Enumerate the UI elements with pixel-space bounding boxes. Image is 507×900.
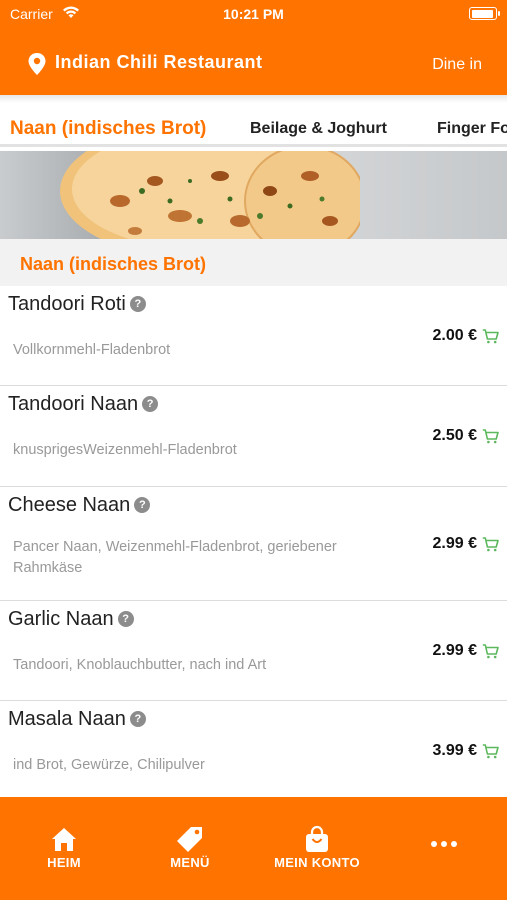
menu-item-name[interactable]: Tandoori Naan? (8, 393, 159, 416)
tab-menu-label: MENÜ (170, 855, 210, 870)
menu-item-name[interactable]: Tandoori Roti? (8, 293, 146, 316)
section-title: Naan (indisches Brot) (20, 254, 207, 274)
tab-heim[interactable]: HEIM (9, 825, 119, 870)
add-to-cart-icon[interactable] (482, 644, 499, 659)
section-header: Naan (indisches Brot) (0, 239, 507, 286)
category-tabs: Naan (indisches Brot) Beilage & Joghurt … (0, 95, 507, 151)
menu-item[interactable]: Masala Naan? ind Brot, Gewürze, Chilipul… (0, 701, 507, 801)
add-to-cart-icon[interactable] (482, 744, 499, 759)
menu-item[interactable]: Tandoori Naan? knusprigesWeizenmehl-Flad… (0, 386, 507, 487)
status-bar: Carrier 10:21 PM (0, 0, 507, 30)
add-to-cart-icon[interactable] (482, 537, 499, 552)
shopping-bag-icon (306, 825, 328, 852)
tab-mein-konto-label: MEIN KONTO (274, 855, 360, 870)
menu-item-price: 2.99 € (432, 535, 477, 552)
help-icon[interactable]: ? (129, 711, 146, 727)
nav-bar: Indian Chili Restaurant Dine in (0, 40, 507, 88)
tab-naan[interactable]: Naan (indisches Brot) (10, 118, 206, 140)
menu-item-list: Tandoori Roti? Vollkornmehl-Fladenbrot 2… (0, 286, 507, 801)
menu-item-description: ind Brot, Gewürze, Chilipulver (13, 757, 205, 773)
menu-item[interactable]: Cheese Naan? Pancer Naan, Weizenmehl-Fla… (0, 487, 507, 601)
tab-menu[interactable]: MENÜ (135, 825, 245, 870)
menu-item-price: 2.50 € (432, 427, 477, 444)
menu-item-price: 2.99 € (432, 642, 477, 659)
dine-mode-button[interactable]: Dine in (432, 56, 482, 74)
add-to-cart-icon[interactable] (482, 429, 499, 444)
bottom-tab-bar: HEIM MENÜ MEIN KONTO (0, 797, 507, 900)
menu-item-description: Tandoori, Knoblauchbutter, nach ind Art (13, 657, 267, 673)
menu-item-name[interactable]: Garlic Naan? (8, 608, 134, 631)
home-icon (52, 828, 76, 851)
menu-item-description: Pancer Naan, Weizenmehl-Fladenbrot, geri… (13, 539, 337, 576)
help-icon[interactable]: ? (129, 296, 146, 312)
app-header: Carrier 10:21 PM Indian Chili Restaurant… (0, 0, 507, 95)
tab-heim-label: HEIM (47, 855, 81, 870)
menu-item[interactable]: Garlic Naan? Tandoori, Knoblauchbutter, … (0, 601, 507, 701)
help-icon[interactable]: ? (134, 497, 151, 513)
restaurant-name[interactable]: Indian Chili Restaurant (55, 52, 263, 73)
tab-mein-konto[interactable]: MEIN KONTO (262, 825, 372, 870)
tag-icon (177, 827, 202, 852)
menu-item-description: knusprigesWeizenmehl-Fladenbrot (13, 442, 237, 458)
more-icon (431, 841, 457, 847)
menu-item[interactable]: Tandoori Roti? Vollkornmehl-Fladenbrot 2… (0, 286, 507, 386)
category-banner-image (0, 151, 507, 239)
naan-photo (60, 151, 360, 239)
location-pin-icon[interactable] (28, 53, 46, 75)
tab-beilage-joghurt[interactable]: Beilage & Joghurt (250, 120, 387, 138)
tabs-shadow (0, 95, 507, 103)
help-icon[interactable]: ? (142, 396, 159, 412)
menu-item-name[interactable]: Cheese Naan? (8, 494, 151, 517)
menu-item-description: Vollkornmehl-Fladenbrot (13, 342, 171, 358)
menu-item-price: 3.99 € (432, 742, 477, 759)
add-to-cart-icon[interactable] (482, 329, 499, 344)
menu-item-name[interactable]: Masala Naan? (8, 708, 146, 731)
menu-item-price: 2.00 € (432, 327, 477, 344)
tabs-divider (0, 144, 507, 147)
clock: 10:21 PM (223, 6, 284, 22)
help-icon[interactable]: ? (117, 611, 134, 627)
tab-finger-food[interactable]: Finger Fo (437, 120, 507, 138)
battery-icon (469, 7, 500, 20)
tab-more[interactable] (389, 839, 499, 849)
